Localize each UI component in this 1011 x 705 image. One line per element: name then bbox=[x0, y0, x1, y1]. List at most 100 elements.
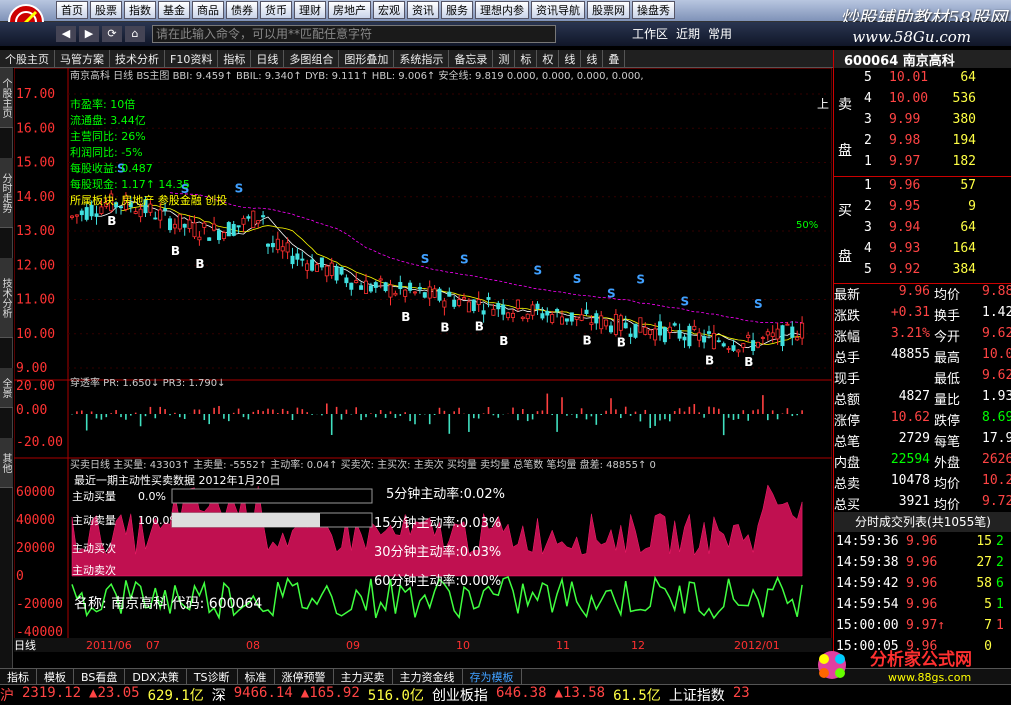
candle-body bbox=[383, 282, 388, 292]
bottom-tab[interactable]: 涨停预警 bbox=[275, 669, 334, 684]
candle-body bbox=[84, 207, 89, 220]
ind1-tick-label: 0.00 bbox=[16, 403, 47, 418]
sell-signal-mark: S bbox=[636, 273, 645, 287]
candle-body bbox=[731, 345, 736, 351]
menu-item[interactable]: 基金 bbox=[158, 1, 190, 19]
forward-arrow-icon[interactable]: ▶ bbox=[79, 26, 99, 42]
active-row-label: 主动买量 bbox=[72, 490, 116, 503]
toolbar-button[interactable]: 线 bbox=[581, 50, 604, 67]
bottom-tab[interactable]: 模板 bbox=[37, 669, 74, 684]
menu-item[interactable]: 资讯导航 bbox=[531, 1, 585, 19]
buy-signal-mark: B bbox=[475, 319, 484, 333]
left-tab[interactable]: 个股主页 bbox=[0, 68, 13, 128]
candle-body bbox=[765, 331, 770, 336]
candle-body bbox=[187, 219, 192, 229]
active-row-value: 0.0% bbox=[138, 490, 166, 503]
left-tab[interactable]: 分时走势 bbox=[0, 158, 13, 228]
menu-item[interactable]: 资讯 bbox=[407, 1, 439, 19]
active-rate-text: 15分钟主动率:0.03% bbox=[374, 515, 501, 531]
candle-body bbox=[261, 215, 266, 218]
toolbar-button[interactable]: 多图组合 bbox=[284, 50, 340, 67]
menu-item[interactable]: 首页 bbox=[56, 1, 88, 19]
menu-item[interactable]: 宏观 bbox=[373, 1, 405, 19]
date-axis-label: 07 bbox=[146, 639, 160, 652]
toolbar-button[interactable]: 马管方案 bbox=[55, 50, 110, 67]
tick-count: 1 bbox=[996, 597, 1004, 612]
menu-item[interactable]: 股票 bbox=[90, 1, 122, 19]
toolbar-button[interactable]: 技术分析 bbox=[110, 50, 165, 67]
toolbar-button[interactable]: 图形叠加 bbox=[339, 50, 395, 67]
toolbar-button[interactable]: 日线 bbox=[251, 50, 285, 67]
candle-body bbox=[540, 313, 545, 319]
toolbar-button[interactable]: 叠 bbox=[603, 50, 626, 67]
toolbar-button[interactable]: 系统指示 bbox=[394, 50, 450, 67]
toolbar-button[interactable]: 个股主页 bbox=[0, 50, 55, 67]
toolbar-button[interactable]: 备忘录 bbox=[449, 50, 494, 67]
toolbar-button[interactable]: 线 bbox=[559, 50, 582, 67]
ind2-tick-label: -40000 bbox=[16, 625, 63, 640]
left-tab[interactable]: 技术分析 bbox=[0, 258, 13, 338]
bottom-tab[interactable]: 存为模板 bbox=[463, 669, 522, 684]
candle-body bbox=[182, 223, 187, 228]
price-tick-label: 12.00 bbox=[16, 258, 55, 273]
bottom-tab[interactable]: DDX决策 bbox=[125, 669, 187, 684]
tick-price: 9.96 bbox=[906, 576, 938, 591]
menu-item[interactable]: 操盘秀 bbox=[632, 1, 675, 19]
sell-signal-mark: S bbox=[681, 295, 690, 309]
candle-body bbox=[471, 299, 476, 312]
toolbar-button[interactable]: F10资料 bbox=[165, 50, 219, 67]
bottom-tab[interactable]: 标准 bbox=[238, 669, 275, 684]
toolbar-button[interactable]: 权 bbox=[537, 50, 560, 67]
menu-item[interactable]: 房地产 bbox=[328, 1, 371, 19]
sell-signal-mark: S bbox=[573, 272, 582, 286]
candle-body bbox=[192, 222, 197, 238]
command-input[interactable]: 请在此输入命令，可以用**匹配任意字符 bbox=[152, 25, 556, 43]
menu-item[interactable]: 货币 bbox=[260, 1, 292, 19]
left-tab[interactable]: 全景 bbox=[0, 368, 13, 408]
candle-body bbox=[486, 297, 491, 300]
ticker-item: 深 bbox=[211, 688, 226, 704]
workspace-menu-item[interactable]: 工作区 bbox=[632, 25, 668, 42]
candle-body bbox=[163, 208, 168, 211]
price-tick-label: 11.00 bbox=[16, 293, 55, 308]
candle-body bbox=[785, 323, 790, 326]
workspace-menu-item[interactable]: 常用 bbox=[708, 25, 732, 42]
buy-signal-mark: B bbox=[617, 336, 626, 350]
refresh-icon[interactable]: ⟳ bbox=[102, 26, 122, 42]
candle-body bbox=[359, 285, 364, 290]
candle-body bbox=[74, 214, 79, 217]
toolbar-button[interactable]: 测 bbox=[493, 50, 516, 67]
menu-item[interactable]: 股票网 bbox=[587, 1, 630, 19]
candle-body bbox=[212, 223, 217, 231]
bottom-tab[interactable]: BS看盘 bbox=[74, 669, 126, 684]
bottom-tab[interactable]: 指标 bbox=[0, 669, 37, 684]
ind2-tick-label: -20000 bbox=[16, 597, 63, 612]
candle-body bbox=[153, 217, 158, 220]
left-tab[interactable]: 其他 bbox=[0, 438, 13, 488]
candle-body bbox=[256, 220, 261, 224]
menu-item[interactable]: 商品 bbox=[192, 1, 224, 19]
menu-item[interactable]: 服务 bbox=[441, 1, 473, 19]
workspace-menu-item[interactable]: 近期 bbox=[676, 25, 700, 42]
kline-chart[interactable]: 17.00 16.00 15.00 14.00 13.00 12.00 11.00 10.00… bbox=[14, 68, 832, 652]
candle-body bbox=[412, 291, 417, 294]
menu-item[interactable]: 理财 bbox=[294, 1, 326, 19]
sell-signal-mark: S bbox=[534, 263, 543, 277]
candle-body bbox=[339, 267, 344, 275]
bottom-tab[interactable]: 主力买卖 bbox=[334, 669, 393, 684]
menu-item[interactable]: 债券 bbox=[226, 1, 258, 19]
candle-body bbox=[721, 343, 726, 347]
menu-item[interactable]: 理想内参 bbox=[475, 1, 529, 19]
indicator2-header: 买卖日线 主买量: 43303↑ 主卖量: -5552↑ 主动率: 0.04↑ … bbox=[70, 458, 656, 471]
bottom-tab[interactable]: TS诊断 bbox=[187, 669, 238, 684]
tick-volume: 15 bbox=[976, 534, 992, 549]
toolbar-button[interactable]: 标 bbox=[515, 50, 538, 67]
menu-item[interactable]: 指数 bbox=[124, 1, 156, 19]
candle-body bbox=[216, 230, 221, 241]
ticker-item: 上证指数 bbox=[668, 688, 725, 704]
home-icon[interactable]: ⌂ bbox=[125, 26, 145, 42]
back-arrow-icon[interactable]: ◀ bbox=[56, 26, 76, 42]
candle-body bbox=[476, 299, 481, 305]
toolbar-button[interactable]: 指标 bbox=[218, 50, 252, 67]
bottom-tab[interactable]: 主力资金线 bbox=[393, 669, 463, 684]
